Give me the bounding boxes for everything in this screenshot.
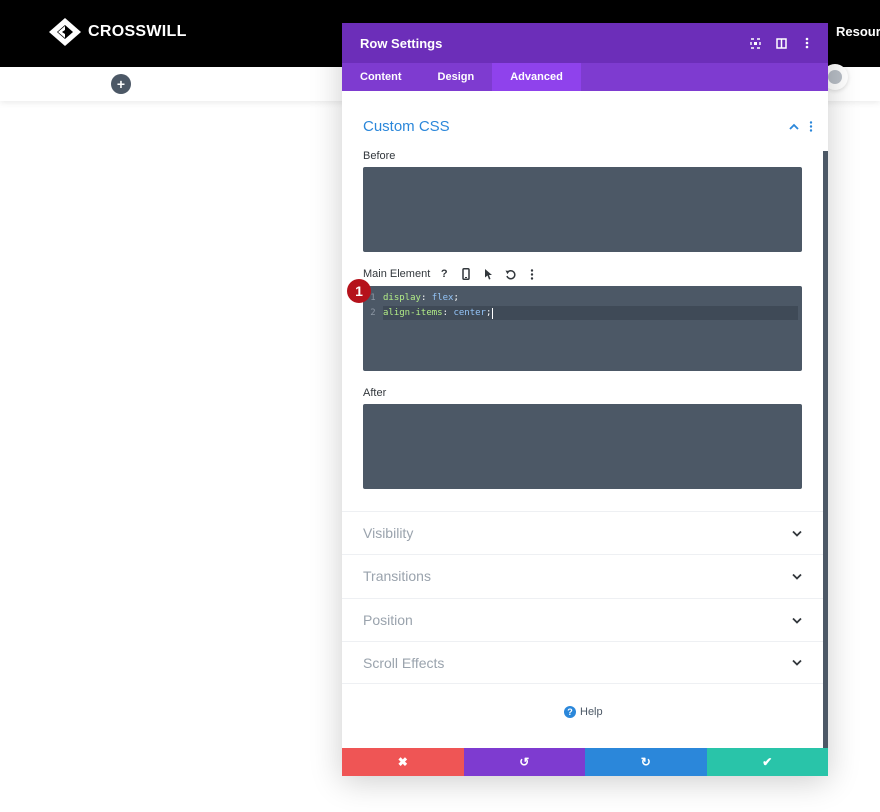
tab-content[interactable]: Content xyxy=(342,63,420,91)
tab-design[interactable]: Design xyxy=(420,63,493,91)
circle-icon xyxy=(828,70,842,84)
row-settings-modal: Row Settings Content Design Advanced Cus… xyxy=(342,23,828,776)
site-logo[interactable]: CROSSWILL xyxy=(48,17,187,47)
nav-item-resources[interactable]: Resourc xyxy=(836,24,880,39)
section-position[interactable]: Position xyxy=(342,598,823,641)
more-icon[interactable] xyxy=(800,35,814,51)
modal-tabs: Content Design Advanced xyxy=(342,63,828,91)
code-line: 1 display: flex; xyxy=(370,293,459,303)
tab-advanced[interactable]: Advanced xyxy=(492,63,581,91)
section-more-icon[interactable] xyxy=(809,121,813,132)
after-label: After xyxy=(363,387,387,399)
expand-icon[interactable] xyxy=(748,35,762,51)
reset-icon[interactable] xyxy=(502,266,518,282)
scrollbar[interactable] xyxy=(823,151,828,748)
split-view-icon[interactable] xyxy=(774,35,788,51)
help-label: Help xyxy=(580,706,603,718)
main-element-label-row: Main Element ? xyxy=(363,266,540,282)
code-line: 2 align-items: center; xyxy=(370,307,494,319)
section-transitions[interactable]: Transitions xyxy=(342,554,823,597)
add-module-button[interactable]: + xyxy=(111,74,131,94)
section-visibility[interactable]: Visibility xyxy=(342,511,823,554)
help-icon: ? xyxy=(564,706,576,718)
modal-header: Row Settings xyxy=(342,23,828,63)
after-css-editor[interactable] xyxy=(363,404,802,489)
cancel-button[interactable]: ✖ xyxy=(342,748,464,776)
help-tool[interactable]: ? xyxy=(436,266,452,282)
modal-title: Row Settings xyxy=(360,35,443,51)
undo-button[interactable]: ↺ xyxy=(463,748,585,776)
main-element-css-editor[interactable]: 1 display: flex; 2 align-items: center; xyxy=(363,286,802,371)
modal-body: Custom CSS Before Main Element ? 1 1 dis… xyxy=(342,91,828,748)
logo-mark-icon xyxy=(49,18,81,46)
modal-footer: ✖ ↺ ↻ ✔ xyxy=(342,748,828,776)
section-title: Custom CSS xyxy=(363,118,450,135)
logo-text: CROSSWILL xyxy=(88,23,187,40)
custom-css-header[interactable]: Custom CSS xyxy=(363,118,813,135)
chevron-down-icon xyxy=(792,659,802,666)
chevron-down-icon xyxy=(792,573,802,580)
help-link[interactable]: ? Help xyxy=(564,706,603,718)
save-button[interactable]: ✔ xyxy=(706,748,828,776)
text-caret xyxy=(492,307,494,319)
mobile-icon[interactable] xyxy=(458,266,474,282)
redo-button[interactable]: ↻ xyxy=(585,748,707,776)
section-scroll-effects[interactable]: Scroll Effects xyxy=(342,641,823,684)
before-css-editor[interactable] xyxy=(363,167,802,252)
hover-icon[interactable] xyxy=(480,266,496,282)
chevron-down-icon xyxy=(792,530,802,537)
chevron-up-icon[interactable] xyxy=(789,123,799,130)
main-element-label: Main Element xyxy=(363,268,431,280)
annotation-badge: 1 xyxy=(347,279,371,303)
more-icon[interactable] xyxy=(524,266,540,282)
chevron-down-icon xyxy=(792,617,802,624)
before-label: Before xyxy=(363,150,396,162)
